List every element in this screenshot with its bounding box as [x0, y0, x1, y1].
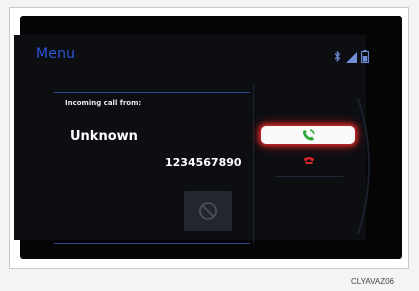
signal-icon [346, 52, 357, 63]
action-divider [275, 176, 343, 177]
battery-icon [361, 50, 369, 63]
ignore-button[interactable] [184, 191, 232, 231]
incoming-call-panel: Incoming call from: Unknown 1234567890 [54, 92, 250, 244]
status-bar [334, 50, 374, 64]
panel-separator [253, 84, 254, 244]
caller-name: Unknown [70, 129, 138, 144]
bluetooth-icon [334, 50, 341, 63]
answer-call-button[interactable] [261, 126, 355, 144]
screen-edge-arc [357, 97, 370, 235]
incoming-call-label: Incoming call from: [65, 99, 142, 107]
phone-answer-icon [303, 129, 315, 141]
decline-call-button[interactable] [261, 152, 355, 170]
caller-number: 1234567890 [165, 156, 242, 169]
menu-button[interactable]: Menu [36, 46, 75, 62]
figure-caption: CLYAVAZ06 [351, 277, 394, 286]
panel-divider [54, 243, 250, 244]
call-actions-panel [253, 84, 363, 244]
no-entry-icon [199, 202, 217, 220]
phone-hangup-icon [304, 157, 314, 164]
